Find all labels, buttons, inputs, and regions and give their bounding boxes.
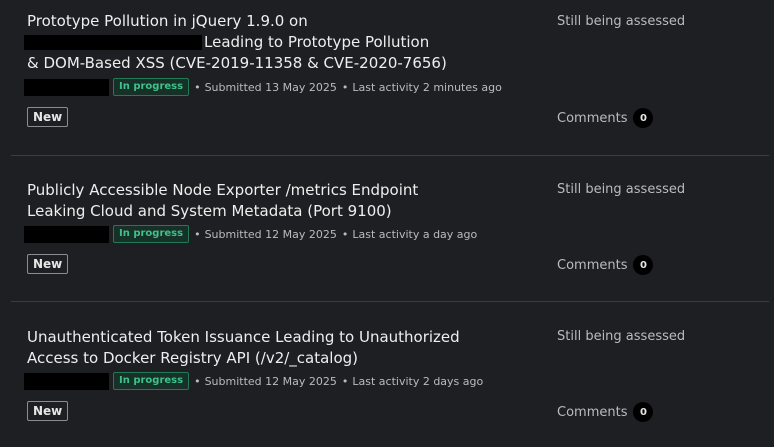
report-title-line: Leaking Cloud and System Metadata (Port … xyxy=(27,202,392,220)
report-meta: In progress • Submitted 12 May 2025 • La… xyxy=(24,224,477,244)
redacted-reporter xyxy=(24,78,109,96)
comments-label: Comments xyxy=(557,404,628,420)
assessment-status: Still being assessed xyxy=(557,14,686,29)
redacted-reporter xyxy=(24,225,109,243)
separator: • xyxy=(341,80,349,94)
separator: • xyxy=(341,227,349,241)
comments-link[interactable]: Comments 0 xyxy=(557,108,654,128)
separator: • xyxy=(341,374,349,388)
separator: • xyxy=(194,374,201,388)
report-title-line: Access to Docker Registry API (/v2/_cata… xyxy=(27,349,359,367)
divider xyxy=(11,301,769,302)
report-list: Prototype Pollution in jQuery 1.9.0 on L… xyxy=(0,0,774,447)
report-title-link[interactable]: Unauthenticated Token Issuance Leading t… xyxy=(27,327,467,369)
report-meta: In progress • Submitted 13 May 2025 • La… xyxy=(24,77,502,97)
submitted-date: Submitted 12 May 2025 xyxy=(204,227,337,241)
state-badge: New xyxy=(27,107,69,127)
comments-link[interactable]: Comments 0 xyxy=(557,255,654,275)
comments-count: 0 xyxy=(633,255,654,275)
assessment-status: Still being assessed xyxy=(557,182,686,197)
report-title-line: Unauthenticated Token Issuance Leading t… xyxy=(27,328,460,346)
last-activity: Last activity 2 minutes ago xyxy=(352,80,502,94)
last-activity: Last activity a day ago xyxy=(352,227,478,241)
status-badge: In progress xyxy=(113,225,190,243)
assessment-status: Still being assessed xyxy=(557,329,686,344)
redacted-reporter xyxy=(24,372,109,390)
last-activity: Last activity 2 days ago xyxy=(352,374,484,388)
report-title-line: Leading to Prototype Pollution xyxy=(204,33,430,51)
status-badge: In progress xyxy=(113,78,190,96)
submitted-date: Submitted 12 May 2025 xyxy=(204,374,337,388)
comments-count: 0 xyxy=(633,108,654,128)
report-title-link[interactable]: Prototype Pollution in jQuery 1.9.0 on L… xyxy=(24,11,467,74)
report-title-line: Prototype Pollution in jQuery 1.9.0 on xyxy=(27,12,308,30)
report-title-line: Publicly Accessible Node Exporter /metri… xyxy=(27,181,419,199)
report-title-line: & DOM-Based XSS (CVE-2019-11358 & CVE-20… xyxy=(27,54,447,72)
state-badge: New xyxy=(27,401,69,421)
separator: • xyxy=(194,80,201,94)
state-badge: New xyxy=(27,254,69,274)
comments-link[interactable]: Comments 0 xyxy=(557,402,654,422)
status-badge: In progress xyxy=(113,372,190,390)
submitted-date: Submitted 13 May 2025 xyxy=(204,80,337,94)
redacted-text xyxy=(24,35,202,50)
comments-label: Comments xyxy=(557,110,628,126)
comments-label: Comments xyxy=(557,257,628,273)
report-title-link[interactable]: Publicly Accessible Node Exporter /metri… xyxy=(27,180,467,222)
comments-count: 0 xyxy=(633,402,654,422)
divider xyxy=(11,155,769,156)
separator: • xyxy=(194,227,201,241)
report-meta: In progress • Submitted 12 May 2025 • La… xyxy=(24,371,483,391)
